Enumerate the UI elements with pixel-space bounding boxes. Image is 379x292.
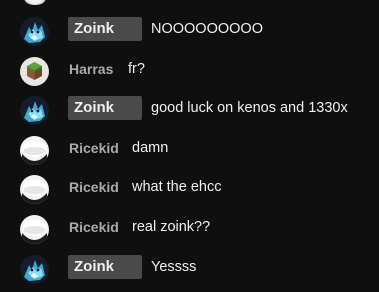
author-badge[interactable]: Zoink bbox=[68, 96, 142, 120]
chat-message: Ricekid what the ehcc bbox=[0, 175, 379, 204]
live-chat: Zoink NOOOOOOOOO Harras fr? Zoink good l… bbox=[0, 0, 379, 292]
message-text: what the ehcc bbox=[132, 179, 222, 195]
rice-bowl-avatar[interactable] bbox=[20, 136, 49, 165]
chat-message: Zoink Yessss bbox=[0, 255, 379, 284]
author-name[interactable]: Harras bbox=[69, 57, 113, 81]
chat-message: Ricekid real zoink?? bbox=[0, 215, 379, 244]
rice-bowl-avatar-partial bbox=[22, 0, 48, 5]
message-text: damn bbox=[132, 140, 169, 156]
blue-monster-avatar[interactable] bbox=[20, 17, 49, 46]
author-name[interactable]: Ricekid bbox=[69, 175, 119, 199]
blue-monster-avatar[interactable] bbox=[20, 96, 49, 125]
message-text: fr? bbox=[128, 61, 145, 77]
chat-message: Zoink NOOOOOOOOO bbox=[0, 17, 379, 46]
author-name[interactable]: Ricekid bbox=[69, 215, 119, 239]
minecraft-grass-block-avatar[interactable] bbox=[20, 57, 49, 86]
author-name[interactable]: Ricekid bbox=[69, 136, 119, 160]
author-badge[interactable]: Zoink bbox=[68, 255, 142, 279]
rice-bowl-avatar[interactable] bbox=[20, 215, 49, 244]
message-text: good luck on kenos and 1330x bbox=[151, 100, 348, 116]
chat-message: Zoink good luck on kenos and 1330x bbox=[0, 96, 379, 125]
chat-message: Harras fr? bbox=[0, 57, 379, 86]
chat-message: Ricekid damn bbox=[0, 136, 379, 165]
rice-bowl-avatar[interactable] bbox=[20, 175, 49, 204]
message-text: Yessss bbox=[151, 259, 197, 275]
message-text: NOOOOOOOOO bbox=[151, 21, 263, 37]
message-text: real zoink?? bbox=[132, 219, 211, 235]
blue-monster-avatar[interactable] bbox=[20, 255, 49, 284]
author-badge[interactable]: Zoink bbox=[68, 17, 142, 41]
